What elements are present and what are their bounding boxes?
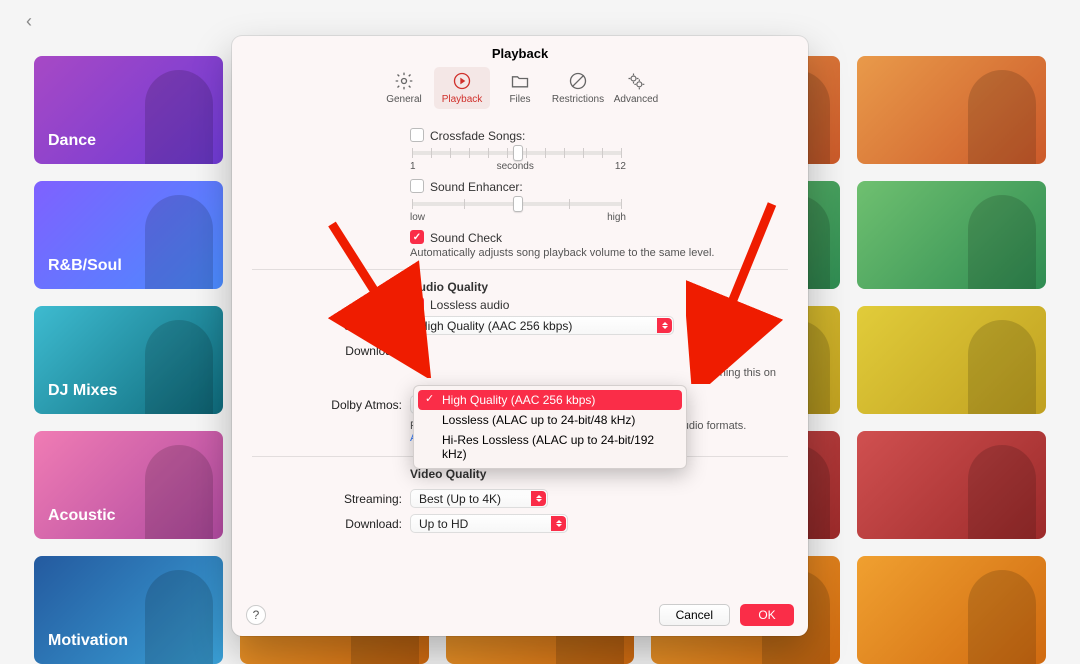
play-circle-icon (452, 71, 472, 91)
video-quality-header: Video Quality (410, 467, 788, 481)
tile-dance[interactable]: Dance (34, 56, 223, 164)
select-value: Up to HD (419, 517, 468, 531)
tab-label: Advanced (614, 94, 658, 105)
modal-footer: ? Cancel OK (232, 596, 808, 636)
tile-label: Dance (48, 132, 96, 150)
enhancer-slider[interactable] (412, 202, 622, 206)
video-download-select[interactable]: Up to HD (410, 514, 568, 533)
dolby-label: Dolby Atmos: (252, 395, 402, 412)
dropdown-button-icon[interactable] (531, 491, 546, 506)
tab-playback[interactable]: Playback (434, 67, 490, 109)
menu-item-lossless[interactable]: Lossless (ALAC up to 24-bit/48 kHz) (418, 410, 682, 430)
tile-label: Acoustic (48, 507, 116, 525)
tile-label: Motivation (48, 632, 128, 650)
tab-label: Restrictions (552, 94, 604, 105)
tab-label: Files (509, 94, 530, 105)
tab-bar: General Playback Files Restrictions Adva… (232, 67, 808, 117)
tile-generic[interactable] (857, 306, 1046, 414)
select-value: Best (Up to 4K) (419, 492, 501, 506)
tile-generic[interactable] (857, 56, 1046, 164)
crossfade-checkbox[interactable] (410, 128, 424, 142)
enhancer-checkbox[interactable] (410, 179, 424, 193)
video-download-label: Download: (252, 514, 402, 531)
tab-restrictions[interactable]: Restrictions (550, 67, 606, 109)
select-value: High Quality (AAC 256 kbps) (419, 319, 572, 333)
lossless-label: Lossless audio (430, 298, 509, 312)
menu-item-high-quality[interactable]: High Quality (AAC 256 kbps) (418, 390, 682, 410)
download-quality-menu: High Quality (AAC 256 kbps) Lossless (AL… (413, 385, 687, 469)
tab-general[interactable]: General (376, 67, 432, 109)
tile-motivation[interactable]: Motivation (34, 556, 223, 664)
soundcheck-checkbox[interactable] (410, 230, 424, 244)
tile-generic[interactable] (857, 181, 1046, 289)
slider-min: 1 (410, 161, 416, 172)
tile-acoustic[interactable]: Acoustic (34, 431, 223, 539)
preferences-modal: Playback General Playback Files Restrict… (232, 36, 808, 636)
dropdown-button-icon[interactable] (657, 318, 672, 333)
tile-generic[interactable] (857, 431, 1046, 539)
slider-max: 12 (615, 161, 626, 172)
no-symbol-icon (568, 71, 588, 91)
audio-quality-header: Audio Quality (410, 280, 788, 294)
tile-label: R&B/Soul (48, 257, 122, 275)
download-desc-partial: urning this on (410, 367, 788, 379)
tile-label: DJ Mixes (48, 382, 117, 400)
tile-rnb[interactable]: R&B/Soul (34, 181, 223, 289)
video-streaming-select[interactable]: Best (Up to 4K) (410, 489, 548, 508)
tab-files[interactable]: Files (492, 67, 548, 109)
video-streaming-label: Streaming: (252, 489, 402, 506)
tile-dj[interactable]: DJ Mixes (34, 306, 223, 414)
crossfade-slider[interactable] (412, 151, 622, 155)
dropdown-button-icon[interactable] (551, 516, 566, 531)
tab-label: Playback (442, 94, 483, 105)
cancel-button[interactable]: Cancel (659, 604, 730, 626)
slider-high: high (607, 212, 626, 223)
slider-low: low (410, 212, 425, 223)
tile-generic[interactable] (857, 556, 1046, 664)
gears-icon (626, 71, 646, 91)
modal-title: Playback (232, 36, 808, 67)
help-button[interactable]: ? (246, 605, 266, 625)
soundcheck-label: Sound Check (430, 231, 502, 245)
lossless-checkbox[interactable] (410, 297, 424, 311)
streaming-select[interactable]: High Quality (AAC 256 kbps) (410, 316, 674, 335)
gear-icon (394, 71, 414, 91)
enhancer-label: Sound Enhancer: (430, 180, 523, 194)
menu-item-hires-lossless[interactable]: Hi-Res Lossless (ALAC up to 24-bit/192 k… (418, 430, 682, 464)
download-label: Download: (252, 341, 402, 358)
crossfade-label: Crossfade Songs: (430, 129, 525, 143)
ok-button[interactable]: OK (740, 604, 794, 626)
modal-body: Crossfade Songs: 1 seconds 12 (232, 117, 808, 596)
folder-icon (510, 71, 530, 91)
tab-advanced[interactable]: Advanced (608, 67, 664, 109)
soundcheck-desc: Automatically adjusts song playback volu… (410, 247, 788, 259)
streaming-label: Streaming: (252, 316, 402, 333)
slider-mid: seconds (497, 161, 534, 172)
tab-label: General (386, 94, 422, 105)
